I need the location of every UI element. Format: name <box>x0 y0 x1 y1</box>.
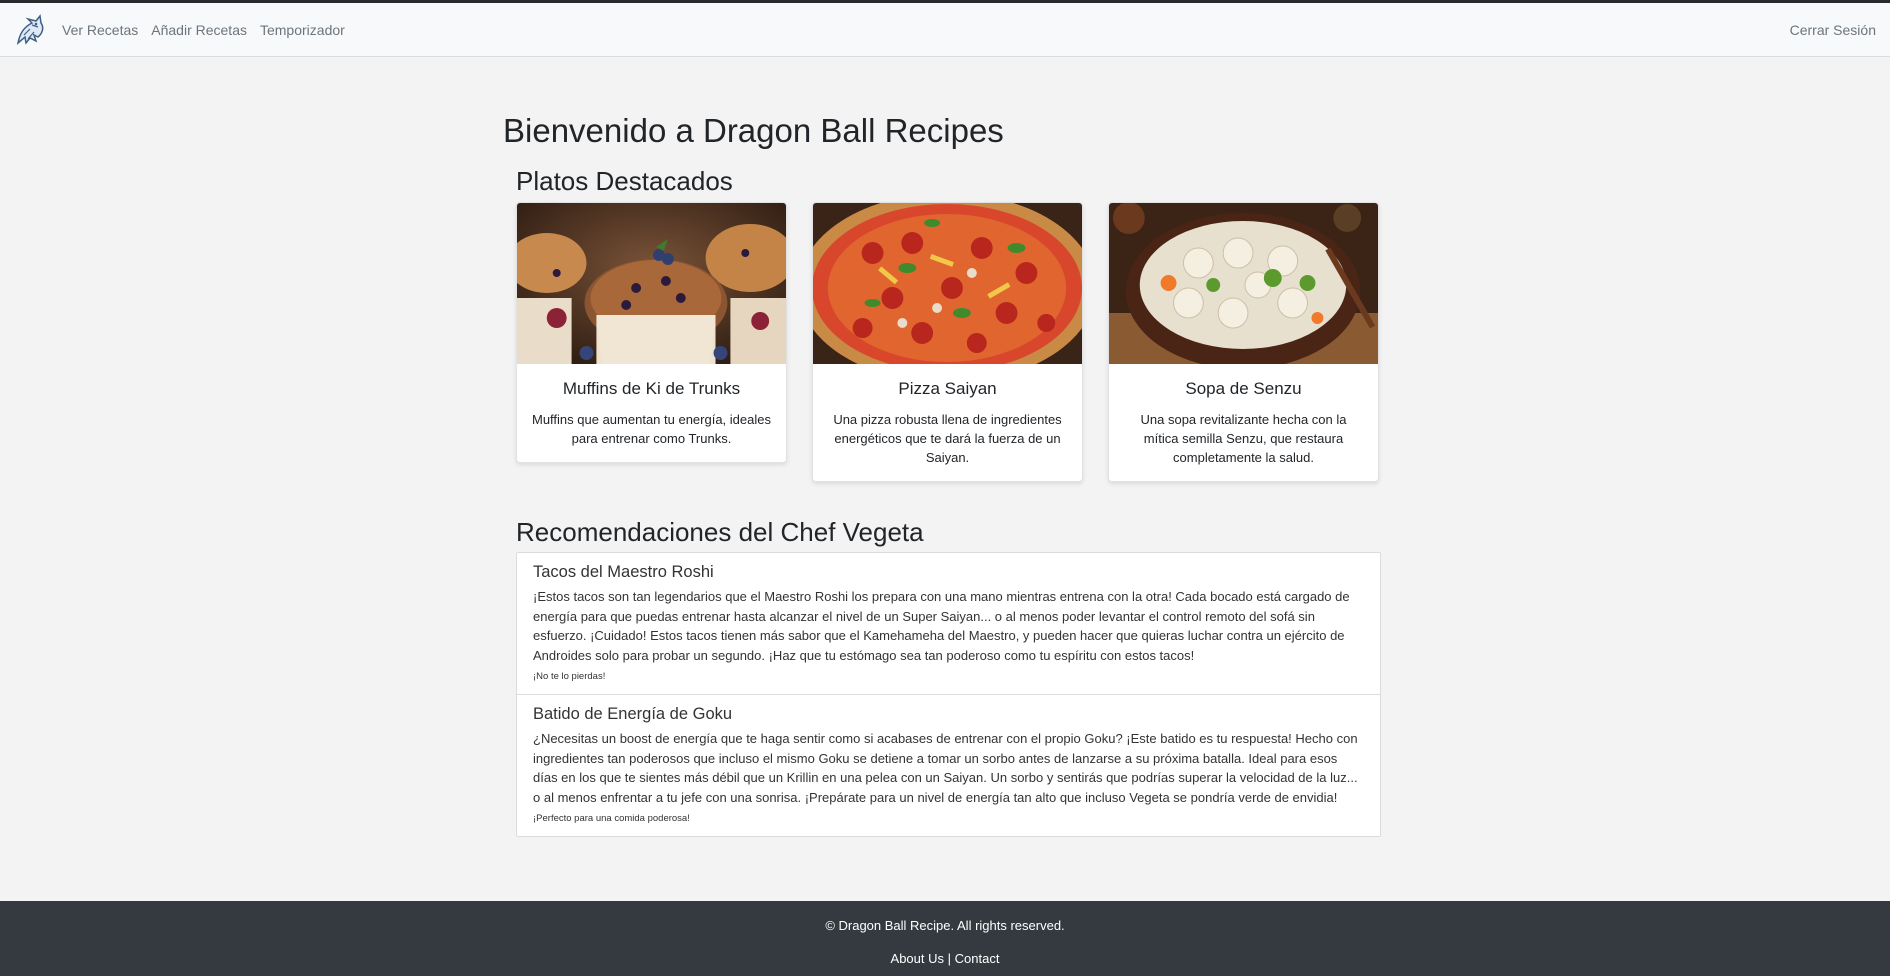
recipe-card-muffins[interactable]: Muffins de Ki de Trunks Muffins que aume… <box>516 201 787 463</box>
dragon-logo-icon[interactable] <box>14 12 46 48</box>
footer-links: About Us | Contact <box>0 951 1890 966</box>
rec-desc: ¿Necesitas un boost de energía que te ha… <box>533 731 1358 805</box>
nav-ver-recetas[interactable]: Ver Recetas <box>62 22 138 38</box>
card-title: Sopa de Senzu <box>1185 378 1302 398</box>
rec-note: ¡Perfecto para una comida poderosa! <box>533 813 690 825</box>
pizza-photo <box>813 202 1082 364</box>
contact-link[interactable]: Contact <box>955 951 1000 966</box>
nav-anadir-recetas[interactable]: Añadir Recetas <box>151 22 247 38</box>
recipe-card-pizza[interactable]: Pizza Saiyan Una pizza robusta llena de … <box>812 201 1083 482</box>
footer-separator: | <box>947 951 952 966</box>
footer-copyright: © Dragon Ball Recipe. All rights reserve… <box>825 918 1065 933</box>
list-item[interactable]: Tacos del Maestro Roshi ¡Estos tacos son… <box>517 553 1380 694</box>
recommendations-list: Tacos del Maestro Roshi ¡Estos tacos son… <box>516 552 1381 838</box>
about-us-link[interactable]: About Us <box>891 951 944 966</box>
main-content: Bienvenido a Dragon Ball Recipes Platos … <box>503 112 1381 838</box>
soup-photo <box>1109 202 1378 364</box>
featured-cards: Muffins de Ki de Trunks Muffins que aume… <box>516 201 1381 482</box>
card-text: Una sopa revitalizante hecha con la míti… <box>1140 411 1347 465</box>
rec-desc: ¡Estos tacos son tan legendarios que el … <box>533 589 1350 663</box>
page-title: Bienvenido a Dragon Ball Recipes <box>503 112 1004 149</box>
card-title: Pizza Saiyan <box>898 378 997 398</box>
card-text: Una pizza robusta llena de ingredientes … <box>833 411 1062 465</box>
navbar: Ver Recetas Añadir Recetas Temporizador … <box>0 3 1890 57</box>
featured-title: Platos Destacados <box>516 166 733 197</box>
nav-temporizador[interactable]: Temporizador <box>260 22 345 38</box>
recipe-card-soup[interactable]: Sopa de Senzu Una sopa revitalizante hec… <box>1108 201 1379 482</box>
footer: © Dragon Ball Recipe. All rights reserve… <box>0 901 1890 976</box>
rec-name: Tacos del Maestro Roshi <box>533 563 714 582</box>
rec-note: ¡No te lo pierdas! <box>533 671 606 683</box>
logout-link[interactable]: Cerrar Sesión <box>1790 22 1876 38</box>
rec-name: Batido de Energía de Goku <box>533 705 733 724</box>
muffins-photo <box>517 202 786 364</box>
card-title: Muffins de Ki de Trunks <box>562 378 741 398</box>
card-text: Muffins que aumentan tu energía, ideales… <box>532 411 771 446</box>
list-item[interactable]: Batido de Energía de Goku ¿Necesitas un … <box>517 694 1380 836</box>
recommendations-title: Recomendaciones del Chef Vegeta <box>516 516 924 547</box>
